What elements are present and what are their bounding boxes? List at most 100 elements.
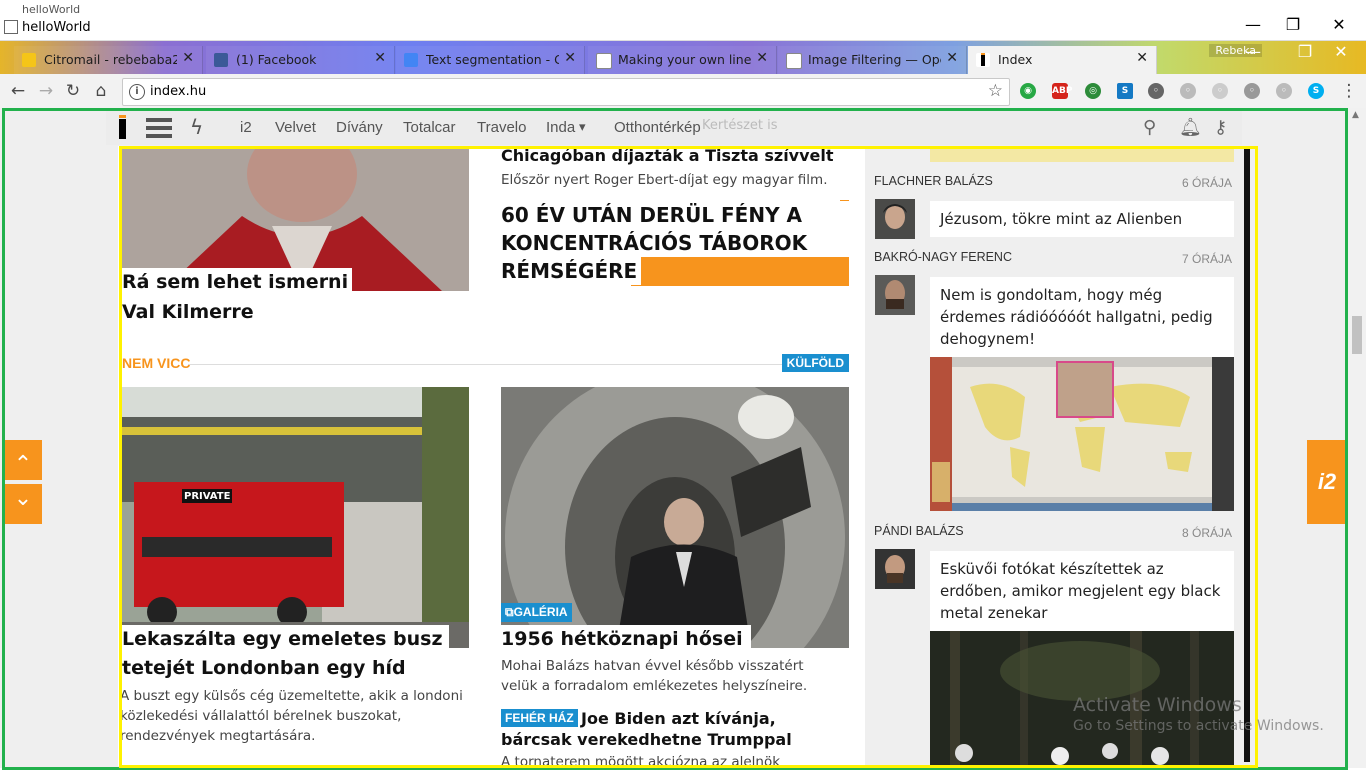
- article-title-bus-2[interactable]: tetejét Londonban egy híd: [120, 654, 408, 683]
- extension-icon[interactable]: S: [1117, 83, 1133, 99]
- nav-link-travelo[interactable]: Travelo: [477, 119, 526, 136]
- post-text-content: Esküvői fotókat készítettek az erdőben, …: [940, 560, 1221, 622]
- article-title-bus-1[interactable]: Lekaszálta egy emeletes busz: [120, 625, 449, 654]
- skype-icon[interactable]: S: [1308, 83, 1324, 99]
- tab-image-filtering[interactable]: Image Filtering — Open ✕: [778, 46, 967, 74]
- extension-icon[interactable]: ◦: [1244, 83, 1260, 99]
- page-icon: [596, 53, 612, 69]
- reload-icon[interactable]: ↻: [62, 80, 84, 102]
- section-header: NEM VICC KÜLFÖLD: [122, 354, 849, 374]
- tab-label: Index: [998, 52, 1033, 67]
- browser-restore-button[interactable]: ❐: [1290, 41, 1320, 63]
- nav-link-totalcar[interactable]: Totalcar: [403, 119, 456, 136]
- tab-facebook[interactable]: (1) Facebook ✕: [206, 46, 395, 74]
- article-lead-chicago: Először nyert Roger Ebert-díjat egy magy…: [501, 172, 828, 188]
- post-text[interactable]: Esküvői fotókat készítettek az erdőben, …: [930, 551, 1234, 631]
- post-text[interactable]: Nem is gondoltam, hogy még érdemes rádió…: [930, 277, 1234, 357]
- extension-icon[interactable]: ◎: [1085, 83, 1101, 99]
- docs-icon: [404, 53, 418, 67]
- tab-label: Text segmentation - Goo: [426, 52, 559, 67]
- address-bar[interactable]: i index.hu ☆: [122, 78, 1010, 106]
- tab-label: (1) Facebook: [236, 52, 317, 67]
- window-title-faint: helloWorld: [22, 3, 81, 16]
- extension-icon[interactable]: ◦: [1212, 83, 1228, 99]
- forward-icon[interactable]: →: [35, 80, 57, 102]
- post-text-content: Nem is gondoltam, hogy még érdemes rádió…: [940, 286, 1213, 348]
- section-label-nem-vicc[interactable]: NEM VICC: [122, 355, 190, 371]
- nav-link-inda[interactable]: Inda: [546, 119, 575, 136]
- window-title-bar: helloWorld helloWorld — ❐ ✕: [0, 0, 1366, 41]
- gallery-icon: ⧉: [505, 605, 514, 619]
- scroll-down-button[interactable]: ⌄: [4, 484, 42, 524]
- nav-link-velvet[interactable]: Velvet: [275, 119, 316, 136]
- site-navbar: ϟ Kertészet is i2 Velvet Dívány Totalcar…: [106, 111, 1242, 145]
- article-title-chicago[interactable]: Chicagóban díjazták a Tiszta szívvelt: [501, 146, 834, 165]
- close-icon[interactable]: ✕: [756, 50, 768, 66]
- adblock-icon[interactable]: ABP: [1052, 83, 1072, 99]
- extension-icon[interactable]: ◦: [1180, 83, 1196, 99]
- avatar[interactable]: [875, 275, 915, 315]
- post-time: 7 ÓRÁJA: [1181, 252, 1232, 266]
- nav-link-otthonterkep[interactable]: Otthontérkép: [614, 119, 701, 136]
- minimize-button[interactable]: —: [1238, 14, 1268, 36]
- index-logo[interactable]: [119, 115, 126, 139]
- close-window-button[interactable]: ✕: [1324, 14, 1354, 36]
- close-icon[interactable]: ✕: [182, 50, 194, 66]
- back-icon[interactable]: ←: [7, 80, 29, 102]
- scroll-up-arrow-icon[interactable]: ▲: [1352, 110, 1359, 120]
- tab-citromail[interactable]: Citromail - rebebaba2@ ✕: [14, 46, 203, 74]
- bell-icon[interactable]: 🔔︎: [1179, 117, 1202, 138]
- watermark-line-2: Go to Settings to activate Windows.: [1073, 718, 1324, 734]
- world-map-game-image[interactable]: [930, 357, 1234, 511]
- extension-icon[interactable]: ◦: [1148, 83, 1164, 99]
- home-icon[interactable]: ⌂: [90, 80, 112, 102]
- i2-side-button[interactable]: i2: [1307, 440, 1347, 524]
- window-title: helloWorld: [22, 20, 91, 35]
- page-scrollbar[interactable]: ▲: [1348, 108, 1366, 768]
- tab-text-segmentation[interactable]: Text segmentation - Goo ✕: [396, 46, 585, 74]
- tab-index[interactable]: Index ✕: [968, 46, 1157, 74]
- close-icon[interactable]: ✕: [374, 50, 386, 66]
- nav-link-i2[interactable]: i2: [240, 119, 252, 136]
- scrollbar-thumb[interactable]: [1352, 316, 1362, 354]
- scroll-up-button[interactable]: ⌃: [4, 440, 42, 480]
- london-bus-photo[interactable]: PRIVATE: [122, 387, 469, 648]
- section-label-kulfold[interactable]: KÜLFÖLD: [781, 354, 849, 372]
- post-author[interactable]: FLACHNER BALÁZS: [874, 174, 993, 188]
- post-text-content: Jézusom, tökre mint az Alienben: [940, 210, 1183, 228]
- article-title-val-kilmer-2[interactable]: Val Kilmerre: [120, 298, 256, 327]
- avatar[interactable]: [875, 549, 915, 589]
- article-lead-biden: A tornaterem mögött akciózna az alelnök: [501, 754, 781, 766]
- bookmark-star-icon[interactable]: ☆: [988, 81, 1003, 101]
- info-icon[interactable]: i: [129, 84, 145, 100]
- sidebar-scroll-edge: [1244, 146, 1250, 762]
- restore-button[interactable]: ❐: [1278, 14, 1308, 36]
- avatar[interactable]: [875, 199, 915, 239]
- browser-toolbar: ← → ↻ ⌂ i index.hu ☆ ◉ ABP ◎ S ◦ ◦ ◦ ◦ ◦…: [0, 74, 1366, 109]
- extension-icon[interactable]: ◉: [1020, 83, 1036, 99]
- post-author[interactable]: PÁNDI BALÁZS: [874, 524, 964, 538]
- close-icon[interactable]: ✕: [564, 50, 576, 66]
- feature-title-line-2[interactable]: KONCENTRÁCIÓS TÁBOROK: [501, 229, 812, 257]
- browser-minimize-button[interactable]: —: [1238, 41, 1268, 63]
- key-icon[interactable]: ⚷: [1214, 117, 1227, 138]
- browser-close-button[interactable]: ✕: [1326, 41, 1356, 63]
- chevron-down-icon[interactable]: ▾: [579, 119, 586, 135]
- lightning-icon[interactable]: ϟ: [190, 115, 203, 139]
- article-title-heroes[interactable]: 1956 hétköznapi hősei: [501, 625, 751, 654]
- hamburger-menu-icon[interactable]: [146, 118, 172, 138]
- menu-dots-icon[interactable]: ⋮: [1338, 80, 1360, 102]
- article-title-biden[interactable]: Joe Biden azt kívánja, bárcsak verekedhe…: [501, 708, 841, 750]
- previous-post-image[interactable]: [930, 146, 1234, 162]
- post-time: 6 ÓRÁJA: [1181, 176, 1232, 190]
- close-icon[interactable]: ✕: [1136, 50, 1148, 66]
- nav-link-divany[interactable]: Dívány: [336, 119, 383, 136]
- extension-icon[interactable]: ◦: [1276, 83, 1292, 99]
- post-author[interactable]: BAKRÓ-NAGY FERENC: [874, 250, 1012, 264]
- tab-linear[interactable]: Making your own linear ✕: [588, 46, 777, 74]
- article-title-val-kilmer-1[interactable]: Rá sem lehet ismerni: [120, 268, 353, 297]
- post-text[interactable]: Jézusom, tökre mint az Alienben: [930, 201, 1234, 237]
- close-icon[interactable]: ✕: [946, 50, 958, 66]
- feature-title-line-3[interactable]: RÉMSÉGÉRE: [501, 257, 642, 285]
- search-icon[interactable]: ⚲: [1143, 117, 1156, 138]
